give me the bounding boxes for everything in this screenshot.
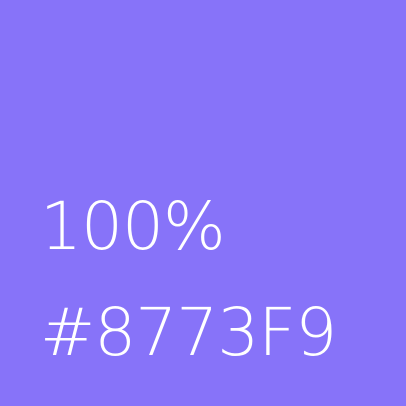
opacity-label: 100% bbox=[40, 188, 226, 265]
color-swatch: 100% #8773F9 bbox=[0, 0, 406, 406]
hex-color-label: #8773F9 bbox=[40, 294, 337, 371]
